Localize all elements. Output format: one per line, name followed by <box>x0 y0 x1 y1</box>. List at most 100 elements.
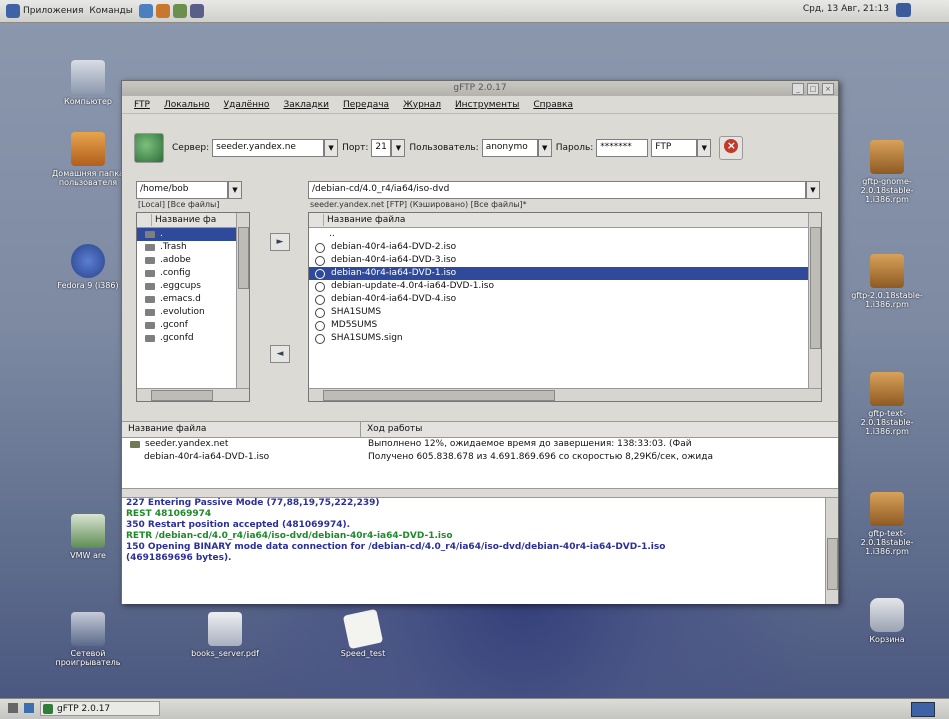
local-vertical-scrollbar[interactable] <box>236 213 249 389</box>
launcher-icons <box>138 4 207 18</box>
scroll-thumb[interactable] <box>810 227 821 349</box>
minimize-button[interactable]: _ <box>792 83 804 95</box>
upload-button[interactable]: ► <box>270 233 290 251</box>
protocol-dropdown-button[interactable]: ▼ <box>697 139 712 157</box>
menu-ftp[interactable]: FTP <box>134 100 150 110</box>
disconnect-button[interactable] <box>719 136 744 160</box>
local-status: [Local] [Все файлы] <box>138 200 220 209</box>
vmware-icon <box>71 514 105 548</box>
desktop-icon-speed-test[interactable]: Speed_test <box>318 608 408 658</box>
desktop-icon-fedora[interactable]: Fedora 9 (i386) <box>43 244 133 290</box>
transfer-row[interactable]: seeder.yandex.net Выполнено 12%, ожидаем… <box>122 438 838 451</box>
list-item[interactable]: debian-40r4-ia64-DVD-2.iso <box>309 241 821 254</box>
list-item[interactable]: .. <box>309 228 821 241</box>
local-col-name[interactable]: Название фа <box>155 215 216 225</box>
maximize-button[interactable]: □ <box>807 83 819 95</box>
list-item[interactable]: debian-40r4-ia64-DVD-1.iso <box>309 267 821 280</box>
list-item[interactable]: SHA1SUMS.sign <box>309 332 821 345</box>
remote-col-name[interactable]: Название файла <box>327 215 405 225</box>
transfer-col-file[interactable]: Название файла <box>122 422 361 437</box>
desktop-icon-rpm-4[interactable]: gftp-text-2.0.18stable-1.i386.rpm <box>842 492 932 556</box>
list-item[interactable]: debian-update-4.0r4-ia64-DVD-1.iso <box>309 280 821 293</box>
local-horizontal-scrollbar[interactable] <box>137 388 249 401</box>
window-titlebar[interactable]: gFTP 2.0.17 _ □ × <box>122 81 838 96</box>
user-label: Пользователь: <box>409 143 479 153</box>
desktop-icon-network-player[interactable]: Сетевой проигрыватель <box>43 612 133 667</box>
local-path-input[interactable]: /home/bob <box>136 181 228 199</box>
user-input[interactable]: anonymo <box>481 139 538 157</box>
window-list-icon[interactable] <box>24 703 34 713</box>
editor-launcher-icon[interactable] <box>172 4 187 18</box>
menu-remote[interactable]: Удалённо <box>224 100 270 110</box>
remote-path-dropdown[interactable]: ▼ <box>806 181 820 199</box>
menu-bookmarks[interactable]: Закладки <box>283 100 329 110</box>
scroll-thumb[interactable] <box>827 538 838 590</box>
log-line: RETR /debian-cd/4.0_r4/ia64/iso-dvd/debi… <box>126 531 453 541</box>
list-item[interactable]: debian-40r4-ia64-DVD-3.iso <box>309 254 821 267</box>
mail-launcher-icon[interactable] <box>155 4 170 18</box>
desktop-icon-rpm-1[interactable]: gftp-gnome-2.0.18stable-1.i386.rpm <box>842 140 932 204</box>
port-input[interactable]: 21 <box>371 139 392 157</box>
menu-local[interactable]: Локально <box>164 100 210 110</box>
server-dropdown-button[interactable]: ▼ <box>324 139 339 157</box>
server-input[interactable]: seeder.yandex.ne <box>212 139 325 157</box>
list-item[interactable]: . <box>137 228 249 241</box>
list-item[interactable]: .gconfd <box>137 332 249 345</box>
connect-icon[interactable] <box>134 133 164 163</box>
remote-horizontal-scrollbar[interactable] <box>309 388 821 401</box>
show-desktop-icon[interactable] <box>8 703 18 713</box>
list-item[interactable]: .gconf <box>137 319 249 332</box>
file-icon <box>315 268 325 279</box>
download-button[interactable]: ◄ <box>270 345 290 363</box>
list-item[interactable]: .config <box>137 267 249 280</box>
browser-launcher-icon[interactable] <box>138 4 153 18</box>
user-dropdown-button[interactable]: ▼ <box>537 139 552 157</box>
log-vertical-scrollbar[interactable] <box>825 498 838 604</box>
menu-transfer[interactable]: Передача <box>343 100 389 110</box>
desktop-icon-vmware[interactable]: VMW are <box>43 514 133 560</box>
clock[interactable]: Срд, 13 Авг, 21:13 <box>803 4 889 14</box>
local-path-dropdown[interactable]: ▼ <box>228 181 242 199</box>
list-item[interactable]: SHA1SUMS <box>309 306 821 319</box>
remote-vertical-scrollbar[interactable] <box>808 213 821 389</box>
password-input[interactable]: ******* <box>596 139 649 157</box>
applications-menu[interactable]: Приложения <box>6 4 83 18</box>
window-close-button[interactable]: × <box>822 83 834 95</box>
list-item[interactable]: .evolution <box>137 306 249 319</box>
computer-icon <box>71 60 105 94</box>
list-item[interactable]: debian-40r4-ia64-DVD-4.iso <box>309 293 821 306</box>
desktop-icon-trash[interactable]: Корзина <box>842 598 932 644</box>
menu-help[interactable]: Справка <box>533 100 573 110</box>
taskbar-gftp[interactable]: gFTP 2.0.17 <box>40 701 160 716</box>
terminal-launcher-icon[interactable] <box>189 4 204 18</box>
document-icon <box>342 608 384 650</box>
list-item[interactable]: .adobe <box>137 254 249 267</box>
menu-tools[interactable]: Инструменты <box>455 100 519 110</box>
desktop-icon-computer[interactable]: Компьютер <box>43 60 133 106</box>
desktop-icon-rpm-3[interactable]: gftp-text-2.0.18stable-1.i386.rpm <box>842 372 932 436</box>
scroll-thumb[interactable] <box>323 390 555 401</box>
parent-dir-icon <box>315 231 323 239</box>
scroll-thumb[interactable] <box>151 390 213 401</box>
server-icon <box>130 441 140 448</box>
desktop-icon-rpm-2[interactable]: gftp-2.0.18stable-1.i386.rpm <box>842 254 932 309</box>
port-dropdown-button[interactable]: ▼ <box>391 139 406 157</box>
volume-icon[interactable] <box>896 3 911 17</box>
desktop-icon-label: gftp-text-2.0.18stable-1.i386.rpm <box>860 409 914 436</box>
list-item[interactable]: MD5SUMS <box>309 319 821 332</box>
list-item[interactable]: .emacs.d <box>137 293 249 306</box>
menu-log[interactable]: Журнал <box>403 100 441 110</box>
desktop-icon-home[interactable]: Домашняя папка пользователя <box>43 132 133 187</box>
sort-icon[interactable] <box>139 214 152 226</box>
workspace-switcher[interactable] <box>911 702 935 717</box>
transfer-col-progress[interactable]: Ход работы <box>361 422 422 437</box>
list-item[interactable]: .eggcups <box>137 280 249 293</box>
list-item[interactable]: .Trash <box>137 241 249 254</box>
transfer-row[interactable]: debian-40r4-ia64-DVD-1.iso Получено 605.… <box>122 451 838 464</box>
scroll-thumb[interactable] <box>238 227 249 289</box>
protocol-select[interactable]: FTP <box>651 139 698 157</box>
commands-menu[interactable]: Команды <box>89 6 132 16</box>
sort-icon[interactable] <box>311 214 324 226</box>
remote-path-input[interactable]: /debian-cd/4.0_r4/ia64/iso-dvd <box>308 181 806 199</box>
desktop-icon-pdf[interactable]: books_server.pdf <box>180 612 270 658</box>
